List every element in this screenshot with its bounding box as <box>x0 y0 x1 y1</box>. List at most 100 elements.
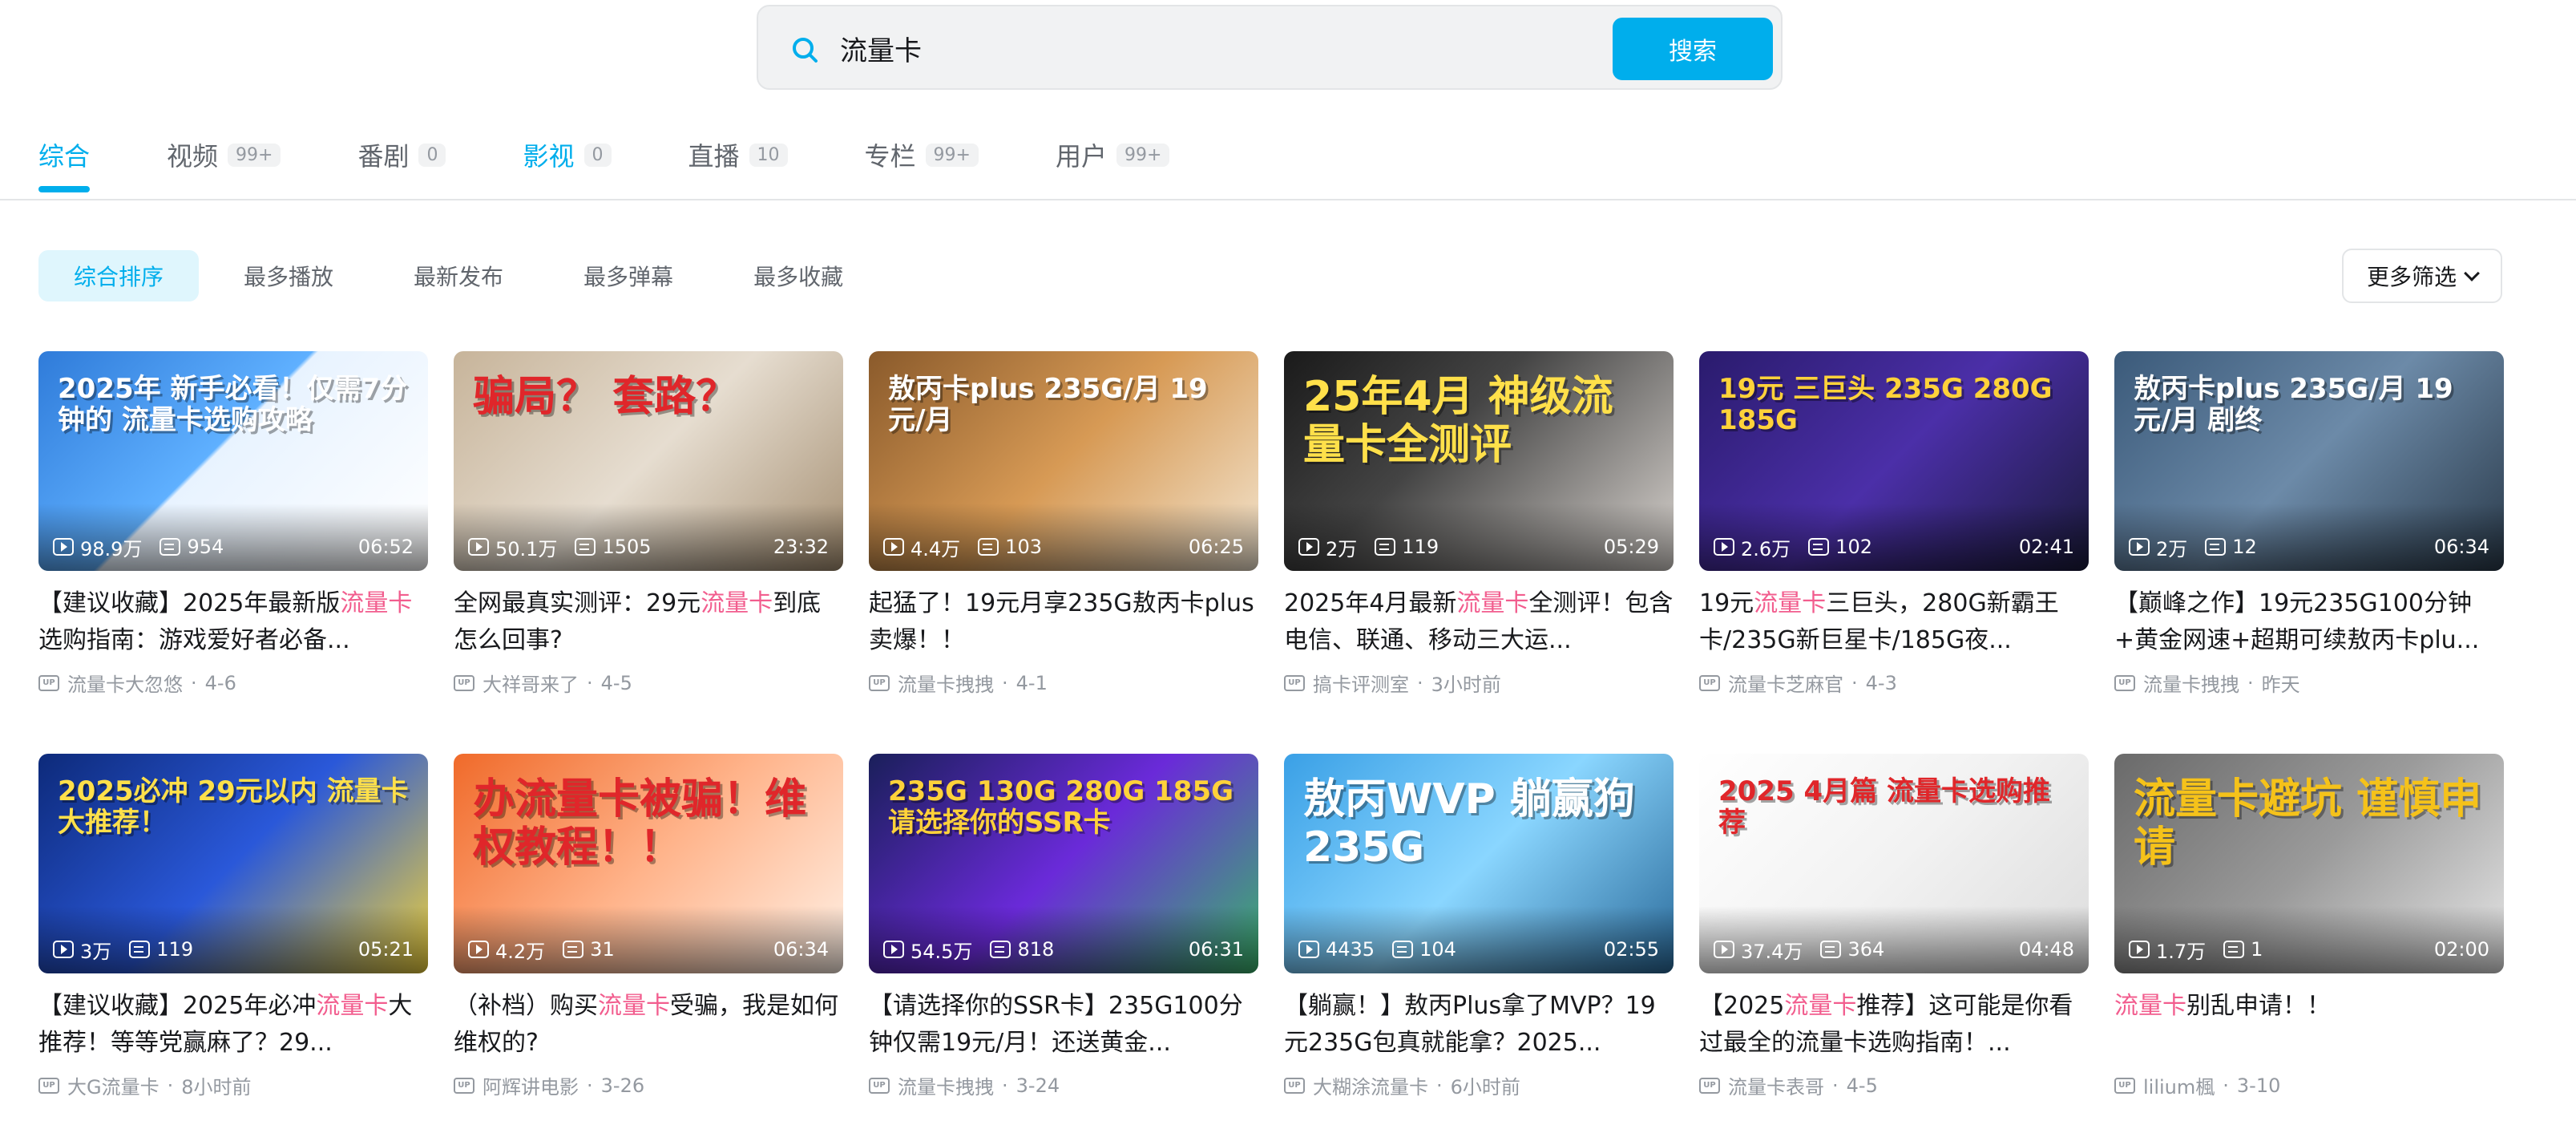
video-title[interactable]: 【躺赢！】敖丙Plus拿了MVP？19元235G包真就能拿？2025... <box>1284 988 1674 1062</box>
video-thumbnail[interactable]: 敖丙WVP 躺赢狗 235G 4435 104 02:55 <box>1284 754 1674 973</box>
video-card[interactable]: 2025必冲 29元以内 流量卡大推荐！ 3万 119 05:21 【建议收藏】… <box>38 754 428 1123</box>
danmaku-icon <box>563 941 584 958</box>
uploader-name[interactable]: 流量卡表哥 <box>1728 1071 1824 1099</box>
danmaku-count-value: 1 <box>2251 938 2263 961</box>
tab-live[interactable]: 直播 10 <box>688 128 788 181</box>
thumbnail-caption: 骗局？ 套路？ <box>473 373 738 421</box>
uploader-name[interactable]: 流量卡大忽悠 <box>67 669 183 697</box>
video-thumbnail[interactable]: 骗局？ 套路？ 50.1万 1505 23:32 <box>454 351 843 571</box>
video-thumbnail[interactable]: 敖丙卡plus 235G/月 19元/月 剧终 2万 12 06:34 <box>2114 351 2504 571</box>
video-title[interactable]: 【建议收藏】2025年必冲流量卡大推荐！等等党赢麻了？29... <box>38 988 428 1062</box>
uploader-icon: UP <box>38 674 59 691</box>
video-thumbnail[interactable]: 2025年 新手必看！仅需7分钟的 流量卡选购攻略 98.9万 954 06:5… <box>38 351 428 571</box>
title-highlight: 流量卡 <box>1754 589 1827 617</box>
video-card[interactable]: 19元 三巨头 235G 280G 185G 2.6万 102 02:41 19… <box>1699 351 2089 720</box>
title-text: 选购指南：游戏爱好者必备... <box>38 626 350 654</box>
search-bar: 搜索 <box>757 5 1783 90</box>
uploader-icon: UP <box>38 1077 59 1094</box>
video-thumbnail[interactable]: 流量卡避坑 谨慎申请 1.7万 1 02:00 <box>2114 754 2504 973</box>
uploader-icon: UP <box>869 674 890 691</box>
video-thumbnail[interactable]: 2025 4月篇 流量卡选购推荐 37.4万 364 04:48 <box>1699 754 2089 973</box>
tab-video[interactable]: 视频 99+ <box>167 128 281 181</box>
thumbnail-caption: 敖丙卡plus 235G/月 19元/月 剧终 <box>2134 373 2453 437</box>
video-card[interactable]: 敖丙卡plus 235G/月 19元/月 剧终 2万 12 06:34 【巅峰之… <box>2114 351 2504 720</box>
sort-newest[interactable]: 最新发布 <box>378 250 539 301</box>
uploader-name[interactable]: 流量卡芝麻官 <box>1728 669 1843 697</box>
uploader-name[interactable]: 流量卡拽拽 <box>2143 669 2239 697</box>
uploader-name[interactable]: 流量卡拽拽 <box>898 669 994 697</box>
play-count-value: 2万 <box>2156 537 2188 560</box>
video-title[interactable]: （补档）购买流量卡受骗，我是如何维权的? <box>454 988 843 1062</box>
uploader-name[interactable]: 大祥哥来了 <box>482 669 579 697</box>
uploader-name[interactable]: 流量卡拽拽 <box>898 1071 994 1099</box>
title-highlight: 流量卡 <box>1456 589 1529 617</box>
thumbnail-caption: 办流量卡被骗！维权教程！！ <box>473 775 807 872</box>
video-meta: UP 阿辉讲电影 · 3-26 <box>454 1071 843 1099</box>
video-thumbnail[interactable]: 25年4月 神级流量卡全测评 2万 119 05:29 <box>1284 351 1674 571</box>
title-highlight: 流量卡 <box>701 589 773 617</box>
tab-article[interactable]: 专栏 99+ <box>865 128 979 181</box>
uploader-name[interactable]: 大糊涂流量卡 <box>1313 1071 1428 1099</box>
uploader-icon: UP <box>2114 674 2135 691</box>
video-title[interactable]: 【2025流量卡推荐】这可能是你看过最全的流量卡选购指南！... <box>1699 988 2089 1062</box>
video-thumbnail[interactable]: 19元 三巨头 235G 280G 185G 2.6万 102 02:41 <box>1699 351 2089 571</box>
video-duration: 23:32 <box>773 536 829 558</box>
video-card[interactable]: 流量卡避坑 谨慎申请 1.7万 1 02:00 流量卡别乱申请！！ UP lil… <box>2114 754 2504 1123</box>
uploader-icon: UP <box>2114 1077 2135 1094</box>
danmaku-count: 119 <box>129 938 193 961</box>
more-filter-label: 更多筛选 <box>2366 264 2457 290</box>
sort-most-played[interactable]: 最多播放 <box>208 250 369 301</box>
tab-user[interactable]: 用户 99+ <box>1055 128 1170 181</box>
tab-label: 用户 <box>1055 141 1107 172</box>
video-title[interactable]: 19元流量卡三巨头，280G新霸王卡/235G新巨星卡/185G夜... <box>1699 585 2089 659</box>
upload-date: 4-3 <box>1865 671 1897 694</box>
uploader-name[interactable]: lilium楓 <box>2143 1071 2215 1099</box>
sort-most-danmaku[interactable]: 最多弹幕 <box>548 250 709 301</box>
danmaku-icon <box>1375 538 1396 556</box>
video-title[interactable]: 起猛了！19元月享235G敖丙卡plus卖爆！！ <box>869 585 1258 659</box>
video-thumbnail[interactable]: 办流量卡被骗！维权教程！！ 4.2万 31 06:34 <box>454 754 843 973</box>
video-stats: 2万 119 05:29 <box>1298 532 1659 561</box>
video-title[interactable]: 【建议收藏】2025年最新版流量卡选购指南：游戏爱好者必备... <box>38 585 428 659</box>
video-card[interactable]: 骗局？ 套路？ 50.1万 1505 23:32 全网最真实测评：29元流量卡到… <box>454 351 843 720</box>
tab-label: 视频 <box>167 141 219 172</box>
more-filter-button[interactable]: 更多筛选 <box>2342 249 2502 303</box>
search-button[interactable]: 搜索 <box>1613 18 1773 80</box>
video-thumbnail[interactable]: 2025必冲 29元以内 流量卡大推荐！ 3万 119 05:21 <box>38 754 428 973</box>
video-card[interactable]: 敖丙卡plus 235G/月 19元/月 4.4万 103 06:25 起猛了！… <box>869 351 1258 720</box>
sort-default[interactable]: 综合排序 <box>38 250 200 301</box>
video-card[interactable]: 办流量卡被骗！维权教程！！ 4.2万 31 06:34 （补档）购买流量卡受骗，… <box>454 754 843 1123</box>
uploader-name[interactable]: 阿辉讲电影 <box>482 1071 579 1099</box>
video-title[interactable]: 【请选择你的SSR卡】235G100分钟仅需19元/月！还送黄金... <box>869 988 1258 1062</box>
thumbnail-caption: 25年4月 神级流量卡全测评 <box>1303 373 1613 469</box>
search-input[interactable] <box>840 18 1545 79</box>
meta-separator: · <box>1002 1074 1008 1097</box>
sort-most-favorites[interactable]: 最多收藏 <box>718 250 878 301</box>
video-thumbnail[interactable]: 敖丙卡plus 235G/月 19元/月 4.4万 103 06:25 <box>869 351 1258 571</box>
video-card[interactable]: 235G 130G 280G 185G 请选择你的SSR卡 54.5万 818 … <box>869 754 1258 1123</box>
video-card[interactable]: 25年4月 神级流量卡全测评 2万 119 05:29 2025年4月最新流量卡… <box>1284 351 1674 720</box>
video-thumbnail[interactable]: 235G 130G 280G 185G 请选择你的SSR卡 54.5万 818 … <box>869 754 1258 973</box>
danmaku-count-value: 104 <box>1419 938 1456 961</box>
video-title[interactable]: 【巅峰之作】19元235G100分钟+黄金网速+超期可续敖丙卡plu... <box>2114 585 2504 659</box>
tab-all[interactable]: 综合 <box>38 128 90 192</box>
tab-movie[interactable]: 影视 0 <box>523 128 612 181</box>
video-title[interactable]: 2025年4月最新流量卡全测评！包含电信、联通、移动三大运... <box>1284 585 1674 659</box>
meta-separator: · <box>587 671 593 694</box>
tab-bangumi[interactable]: 番剧 0 <box>357 128 446 181</box>
meta-separator: · <box>2223 1074 2229 1097</box>
uploader-name[interactable]: 搞卡评测室 <box>1313 669 1409 697</box>
video-card[interactable]: 敖丙WVP 躺赢狗 235G 4435 104 02:55 【躺赢！】敖丙Plu… <box>1284 754 1674 1123</box>
video-title[interactable]: 全网最真实测评：29元流量卡到底怎么回事? <box>454 585 843 659</box>
title-text: 【巅峰之作】19元235G100分钟+黄金网速+超期可续敖丙卡plu... <box>2114 589 2480 654</box>
title-highlight: 流量卡 <box>598 992 670 1020</box>
video-card[interactable]: 2025 4月篇 流量卡选购推荐 37.4万 364 04:48 【2025流量… <box>1699 754 2089 1123</box>
title-text: 19元 <box>1699 589 1754 617</box>
video-title[interactable]: 流量卡别乱申请！！ <box>2114 988 2504 1062</box>
video-card[interactable]: 2025年 新手必看！仅需7分钟的 流量卡选购攻略 98.9万 954 06:5… <box>38 351 428 720</box>
thumbnail-caption: 235G 130G 280G 185G 请选择你的SSR卡 <box>888 775 1234 840</box>
title-highlight: 流量卡 <box>316 992 389 1020</box>
uploader-icon: UP <box>1699 674 1720 691</box>
uploader-name[interactable]: 大G流量卡 <box>67 1071 159 1099</box>
upload-date: 3-10 <box>2236 1074 2281 1097</box>
